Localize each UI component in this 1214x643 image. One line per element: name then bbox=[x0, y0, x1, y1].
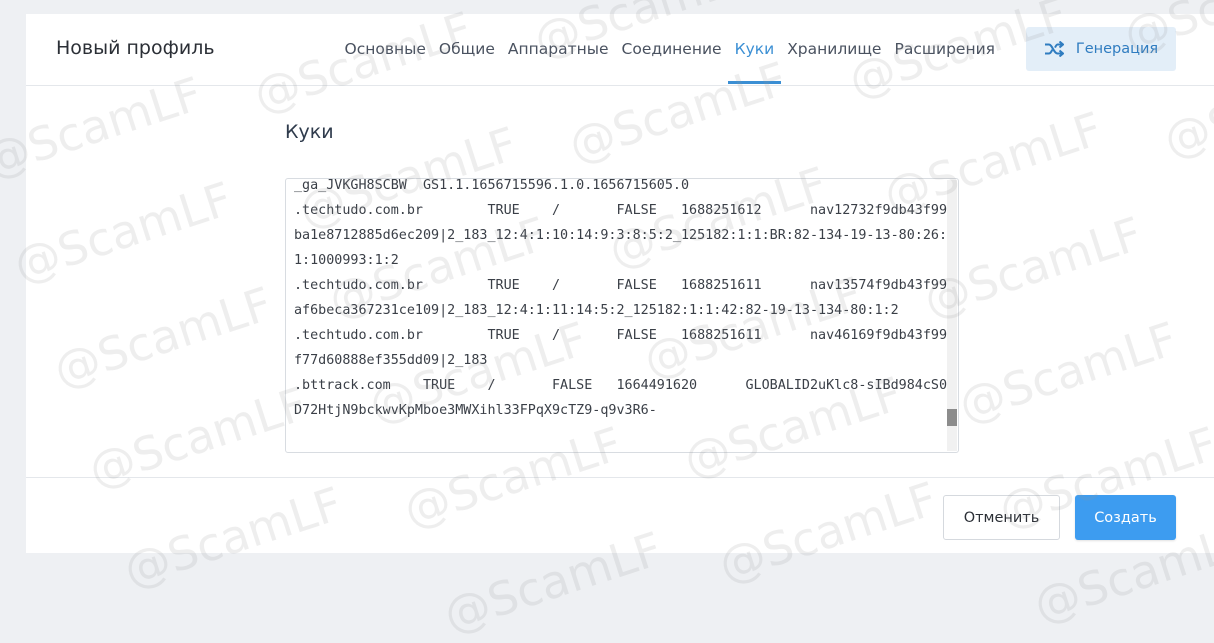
dialog-header: Новый профиль Основные Общие Аппаратные … bbox=[26, 14, 1214, 86]
dialog-title: Новый профиль bbox=[56, 37, 215, 59]
profile-tabs: Основные Общие Аппаратные Соединение Кук… bbox=[338, 14, 1002, 85]
generate-button-label: Генерация bbox=[1075, 41, 1159, 57]
cancel-button[interactable]: Отменить bbox=[943, 495, 1060, 540]
tab-main[interactable]: Основные bbox=[338, 14, 432, 85]
create-button[interactable]: Создать bbox=[1075, 495, 1176, 540]
tab-hardware[interactable]: Аппаратные bbox=[501, 14, 615, 85]
tab-storage[interactable]: Хранилище bbox=[781, 14, 888, 85]
cookies-scrollbar[interactable] bbox=[947, 180, 957, 451]
tab-general[interactable]: Общие bbox=[432, 14, 501, 85]
tab-extensions[interactable]: Расширения bbox=[888, 14, 1002, 85]
new-profile-dialog: Новый профиль Основные Общие Аппаратные … bbox=[26, 14, 1214, 553]
cookies-content[interactable]: _ga_JVKGH8SCBW GS1.1.1656715596.1.0.1656… bbox=[294, 179, 949, 423]
scrollbar-thumb[interactable] bbox=[947, 409, 957, 426]
shuffle-icon bbox=[1044, 41, 1064, 57]
tab-cookies[interactable]: Куки bbox=[728, 14, 781, 85]
generate-button[interactable]: Генерация bbox=[1026, 27, 1176, 71]
cookies-section-title: Куки bbox=[285, 121, 334, 143]
tab-connection[interactable]: Соединение bbox=[615, 14, 728, 85]
cookies-textarea[interactable]: _ga_JVKGH8SCBW GS1.1.1656715596.1.0.1656… bbox=[285, 178, 959, 453]
dialog-footer: Отменить Создать bbox=[26, 477, 1214, 554]
